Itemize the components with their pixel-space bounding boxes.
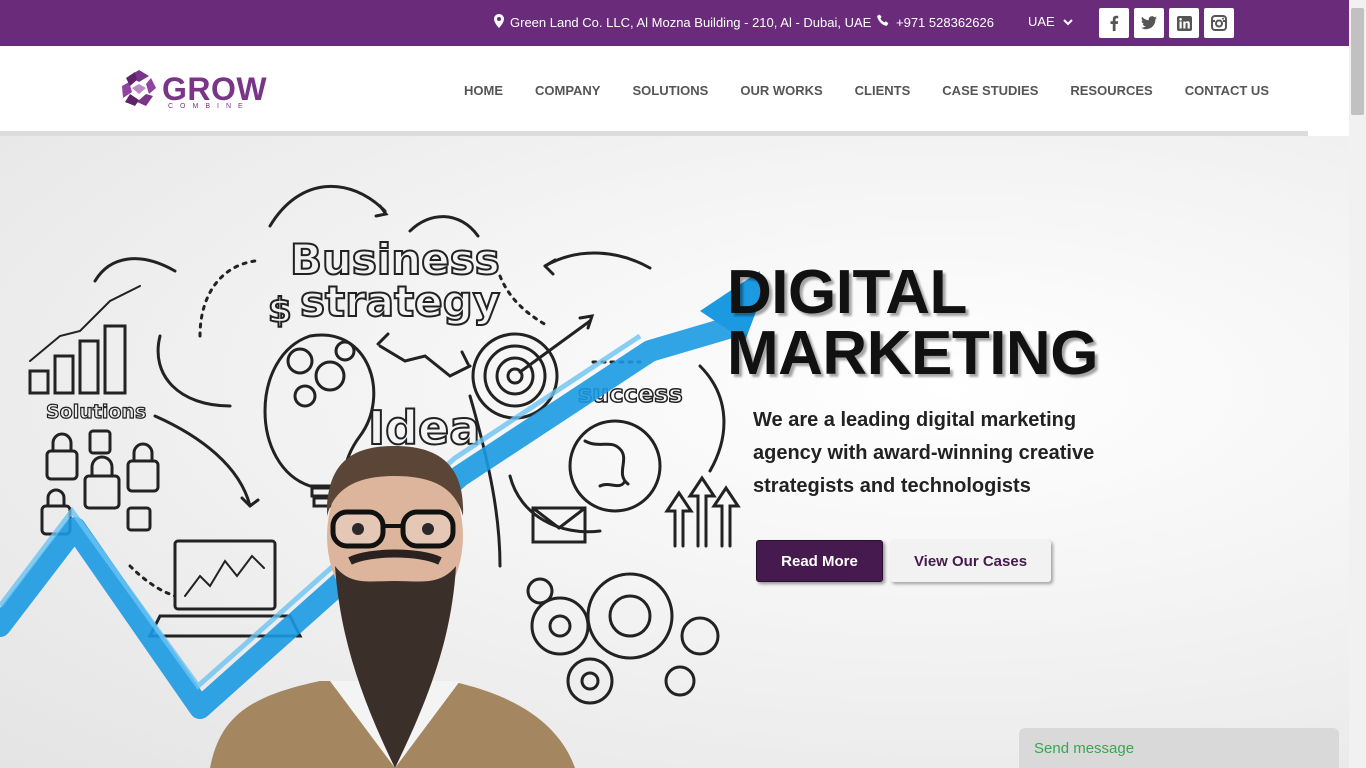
phone[interactable]: +971 528362626 [877,14,994,30]
hero-banner: Business strategy $ Solutions Idea succe… [0,136,1349,768]
main-nav: HOME COMPANY SOLUTIONS OUR WORKS CLIENTS… [448,83,1285,98]
sketch-word-solutions: Solutions [46,401,146,423]
site-header: GROW COMBINE HOME COMPANY SOLUTIONS OUR … [0,46,1349,132]
chat-widget[interactable]: Send message [1019,728,1339,768]
scrollbar-thumb[interactable] [1351,8,1364,115]
nav-home[interactable]: HOME [448,83,519,98]
chevron-down-icon [1063,14,1073,29]
logo-mark-icon [120,68,158,115]
bearded-man-photo [210,446,575,768]
logo-wordmark: GROW COMBINE [162,73,267,110]
facebook-icon[interactable] [1099,8,1129,38]
nav-clients[interactable]: CLIENTS [839,83,927,98]
address-text: Green Land Co. LLC, Al Mozna Building - … [510,15,872,30]
nav-our-works[interactable]: OUR WORKS [724,83,838,98]
sketch-word-strategy: strategy [300,277,500,326]
hero-subtitle: We are a leading digital marketing agenc… [753,409,1095,497]
logo[interactable]: GROW COMBINE [120,68,267,115]
map-pin-icon [494,14,504,31]
hero-illustration: Business strategy $ Solutions Idea succe… [0,184,760,768]
twitter-icon[interactable] [1134,8,1164,38]
hero-title-line-1: DIGITAL [727,258,967,327]
phone-icon [877,14,890,30]
nav-contact-us[interactable]: CONTACT US [1169,83,1285,98]
page: Green Land Co. LLC, Al Mozna Building - … [0,0,1366,768]
nav-solutions[interactable]: SOLUTIONS [616,83,724,98]
read-more-button[interactable]: Read More [756,540,883,582]
region-selector[interactable]: UAE [1028,14,1073,29]
sketch-word-dollar: $ [268,291,292,331]
nav-resources[interactable]: RESOURCES [1054,83,1168,98]
logo-subtext: COMBINE [168,103,250,110]
top-contact-bar: Green Land Co. LLC, Al Mozna Building - … [0,0,1349,46]
nav-company[interactable]: COMPANY [519,83,616,98]
hero-title-line-2: MARKETING [727,319,1098,388]
hero-title: DIGITAL MARKETING [727,258,1098,388]
phone-number[interactable]: +971 528362626 [896,15,994,30]
send-message-label[interactable]: Send message [1034,740,1134,757]
nav-case-studies[interactable]: CASE STUDIES [926,83,1054,98]
page-scrollbar[interactable] [1349,0,1366,768]
view-our-cases-button[interactable]: View Our Cases [890,540,1051,582]
linkedin-icon[interactable] [1169,8,1199,38]
social-links [1099,8,1234,38]
logo-text: GROW [162,71,268,107]
instagram-icon[interactable] [1204,8,1234,38]
region-label: UAE [1028,14,1055,29]
address: Green Land Co. LLC, Al Mozna Building - … [494,14,871,31]
